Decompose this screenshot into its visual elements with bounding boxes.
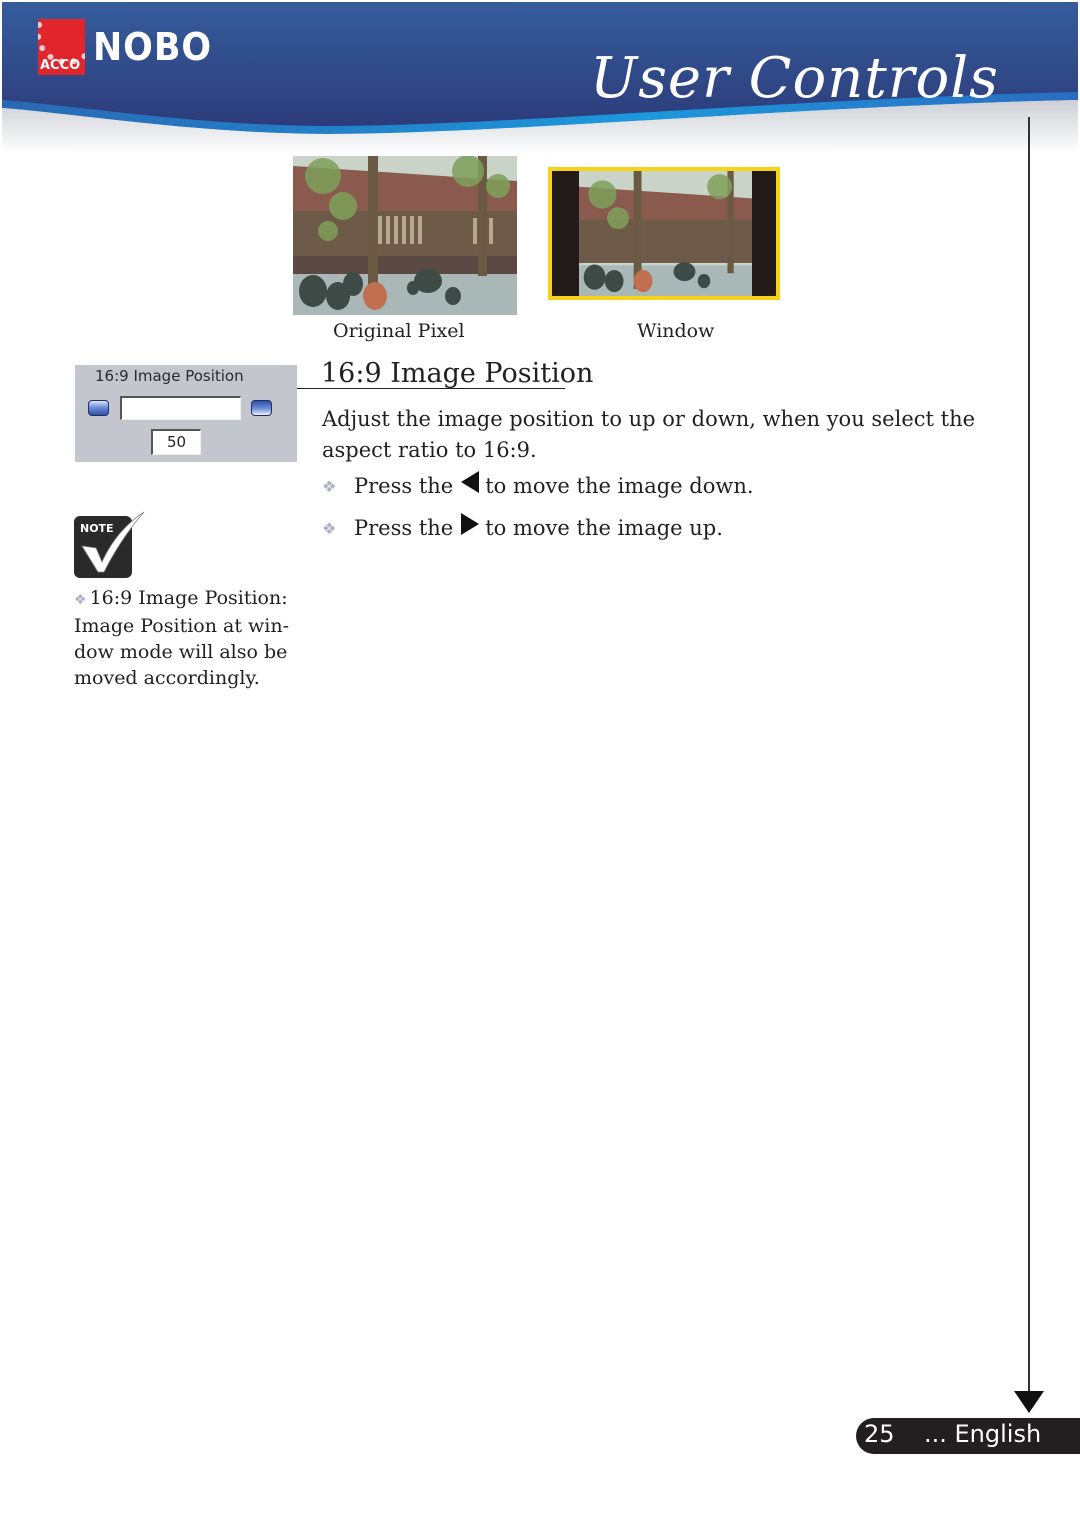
osd-title: 16:9 Image Position (95, 367, 244, 385)
original-pixel-image (293, 156, 517, 315)
note-text: ❖ 16:9 Image Position: Image Position at … (74, 585, 289, 691)
osd-image-position-panel: 16:9 Image Position 50 (75, 365, 297, 462)
page-footer-tab: 25 ... English (856, 1418, 1080, 1454)
section-title: 16:9 Image Position (321, 358, 594, 389)
original-pixel-caption: Original Pixel (333, 320, 465, 342)
nobo-logo: ACCO NOBO (38, 19, 222, 75)
bullet-suffix: to move the image down. (485, 474, 754, 498)
letterbox-frame (552, 171, 776, 296)
osd-decrease-button[interactable] (88, 400, 109, 416)
left-triangle-icon (461, 471, 480, 493)
bullet-prefix: Press the (354, 516, 454, 540)
page-number: 25 (864, 1420, 895, 1448)
right-triangle-icon (461, 513, 480, 535)
bullet-move-up: ❖ Press the to move the image up. (322, 513, 723, 540)
osd-slider-bar[interactable] (120, 396, 241, 420)
photo-scene-icon (293, 156, 517, 315)
window-image (548, 167, 780, 300)
header-banner: ACCO NOBO User Controls (0, 0, 1080, 160)
bullet-suffix: to move the image up. (485, 516, 723, 540)
note-diamond-icon: ❖ (74, 592, 87, 608)
osd-increase-button[interactable] (251, 400, 272, 416)
window-caption: Window (637, 320, 715, 342)
brand-name: NOBO (93, 25, 213, 69)
page-title: User Controls (590, 46, 999, 111)
language-label: ... English (924, 1420, 1042, 1448)
vertical-rule (1028, 117, 1030, 1393)
acco-logo-icon: ACCO (38, 19, 85, 75)
photo-scene-windowed-icon (579, 171, 752, 296)
down-arrow-icon (1014, 1391, 1044, 1413)
bullet-prefix: Press the (354, 474, 454, 498)
note-label: NOTE (80, 522, 114, 535)
section-description: Adjust the image position to up or down,… (322, 407, 976, 462)
bullet-move-down: ❖ Press the to move the image down. (322, 471, 754, 498)
osd-value-field: 50 (151, 429, 201, 455)
note-body: 16:9 Image Position: Image Position at w… (74, 587, 290, 689)
bullet-diamond-icon: ❖ (322, 518, 337, 538)
acco-label: ACCO (40, 58, 81, 73)
bullet-diamond-icon: ❖ (322, 476, 337, 496)
note-checkmark-icon: NOTE (74, 510, 146, 580)
